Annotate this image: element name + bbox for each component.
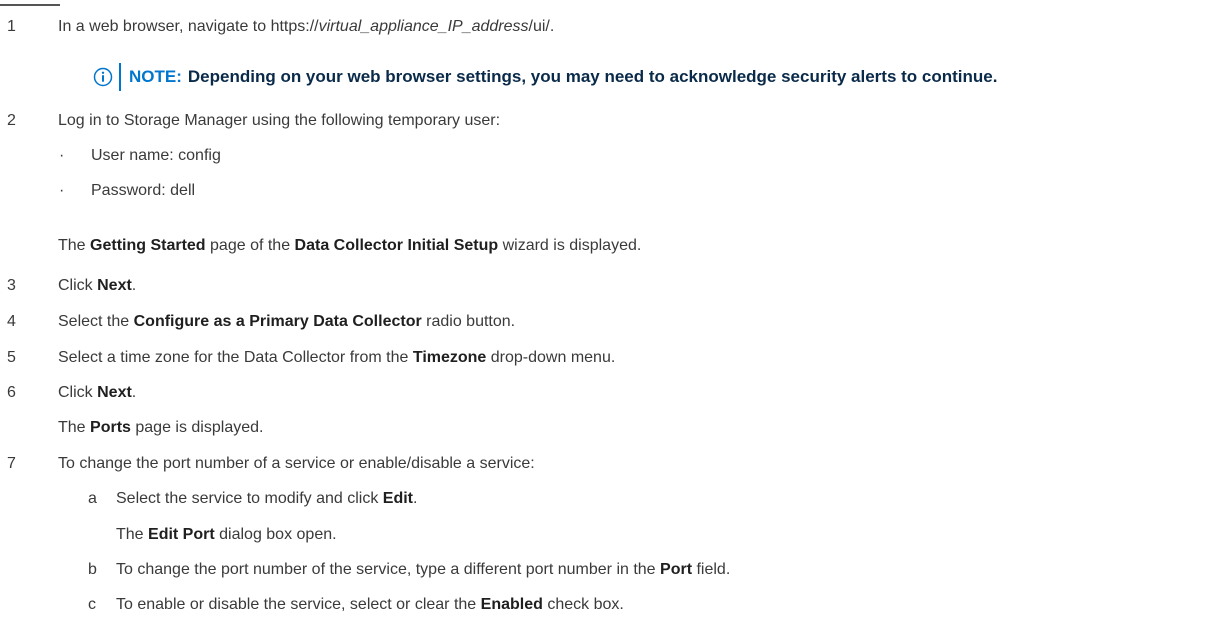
step-2-result: The Getting Started page of the Data Col…	[58, 237, 642, 254]
step-1: 1 In a web browser, navigate to https://…	[7, 17, 554, 37]
substep-7a: a Select the service to modify and click…	[88, 489, 417, 509]
substep-text: Select the service to modify and click E…	[116, 490, 418, 507]
step-number: 7	[7, 455, 16, 472]
top-cropped-heading	[0, 3, 60, 6]
step-2: 2 Log in to Storage Manager using the fo…	[7, 111, 500, 131]
step-text: Select a time zone for the Data Collecto…	[58, 349, 616, 366]
substep-7a-result: The Edit Port dialog box open.	[116, 526, 337, 543]
step-number: 1	[7, 18, 16, 35]
substep-letter: a	[88, 490, 97, 507]
step-3: 3 Click Next.	[7, 276, 136, 296]
step-text: Select the Configure as a Primary Data C…	[58, 313, 516, 330]
substep-text: To change the port number of the service…	[116, 561, 731, 578]
step-number: 6	[7, 384, 16, 401]
step-text: Log in to Storage Manager using the foll…	[58, 112, 501, 129]
step-7: 7 To change the port number of a service…	[7, 454, 535, 474]
bullet-dot: ·	[59, 182, 65, 199]
list-item: · Password: dell	[59, 182, 196, 199]
note-label: NOTE:	[129, 67, 182, 86]
step-5: 5 Select a time zone for the Data Collec…	[7, 348, 615, 368]
step-number: 5	[7, 349, 16, 366]
note-divider	[119, 63, 121, 91]
step-number: 2	[7, 112, 16, 129]
substep-letter: b	[88, 561, 97, 578]
note-text: Depending on your web browser settings, …	[187, 67, 998, 86]
step-text: In a web browser, navigate to https://vi…	[58, 18, 555, 35]
step-4: 4 Select the Configure as a Primary Data…	[7, 312, 515, 332]
note-callout: NOTE: Depending on your web browser sett…	[93, 62, 997, 92]
step-number: 4	[7, 313, 16, 330]
step-number: 3	[7, 277, 16, 294]
substep-7c: c To enable or disable the service, sele…	[88, 595, 624, 615]
step-text: Click Next.	[58, 277, 137, 294]
step-6-result: The Ports page is displayed.	[58, 419, 264, 436]
step-text: Click Next.	[58, 384, 137, 401]
bullet-dot: ·	[59, 147, 65, 164]
list-item: · User name: config	[59, 147, 221, 164]
substep-letter: c	[88, 596, 96, 613]
info-circle-icon	[93, 67, 113, 87]
step-6: 6 Click Next.	[7, 383, 136, 403]
substep-7b: b To change the port number of the servi…	[88, 560, 730, 580]
substep-text: To enable or disable the service, select…	[116, 596, 624, 613]
step-text: To change the port number of a service o…	[58, 455, 535, 472]
